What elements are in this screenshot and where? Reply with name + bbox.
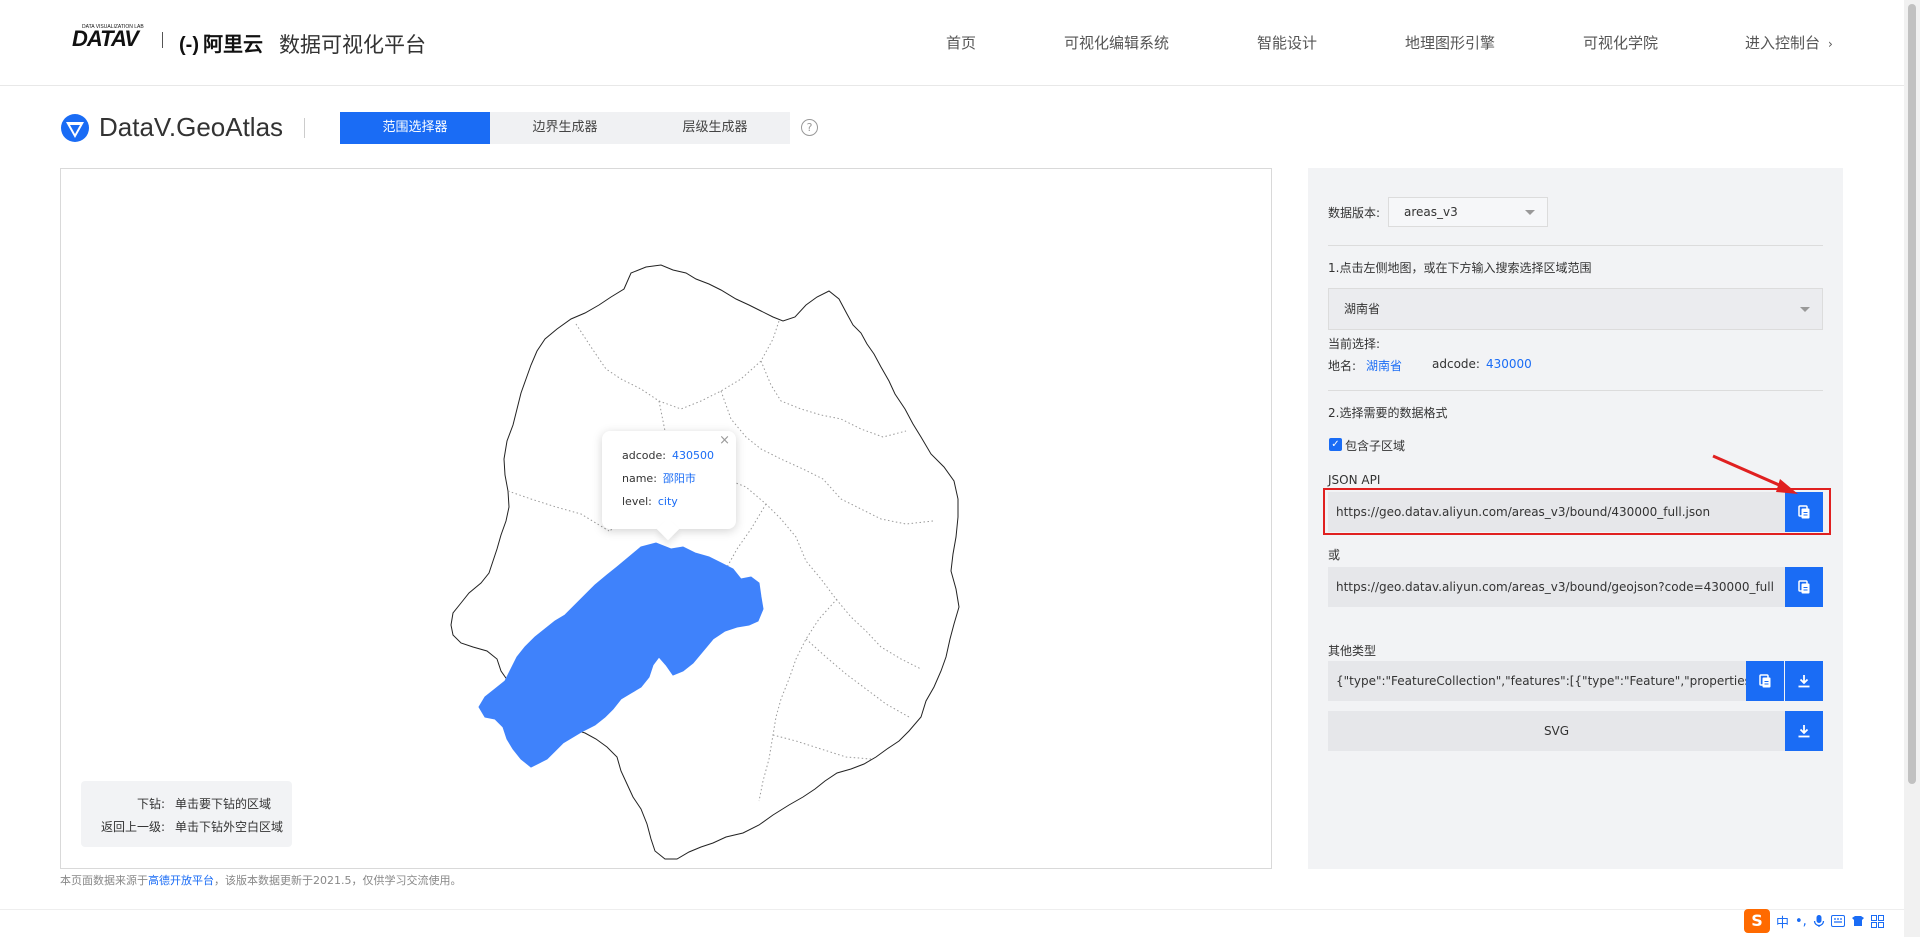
or-label: 或	[1328, 548, 1341, 562]
data-source-note: 本页面数据来源于高德开放平台，该版本数据更新于2021.5，仅供学习交流使用。	[60, 872, 462, 888]
keyboard-icon[interactable]	[1830, 915, 1845, 927]
json-api-url-field[interactable]: https://geo.datav.aliyun.com/areas_v3/bo…	[1328, 492, 1785, 532]
tooltip-level-row: level: city	[622, 490, 736, 513]
instruction-drilldown: 下钻: 单击要下钻的区域	[81, 793, 292, 816]
aliyun-logo-text: 阿里云	[202, 32, 263, 56]
divider	[1328, 245, 1823, 246]
include-children-checkbox[interactable]: ✓	[1329, 438, 1342, 451]
aliyun-logo-mark: (-)	[179, 34, 199, 56]
divider	[1328, 390, 1823, 391]
download-icon	[1798, 725, 1810, 738]
region-select-value: 湖南省	[1344, 302, 1381, 316]
copy-geojson-button[interactable]	[1785, 567, 1823, 607]
datav-logo-subtitle: DATA VISUALIZATION LAB	[82, 24, 144, 30]
tooltip-name-row: name: 邵阳市	[622, 467, 736, 490]
version-select-value: areas_v3	[1404, 205, 1458, 219]
instruction-value: 单击下钻外空白区域	[175, 820, 284, 834]
copy-geojson-content-button[interactable]	[1746, 661, 1784, 701]
footnote-suffix: ，该版本数据更新于2021.5，仅供学习交流使用。	[214, 874, 462, 887]
bottom-strip	[0, 909, 1904, 937]
geojson-url-field[interactable]: https://geo.datav.aliyun.com/areas_v3/bo…	[1328, 567, 1785, 607]
nav-console[interactable]: 进入控制台 ›	[1745, 32, 1833, 53]
download-geojson-button[interactable]	[1785, 661, 1823, 701]
footnote-prefix: 本页面数据来源于	[60, 874, 148, 887]
instruction-key: 下钻:	[136, 797, 165, 811]
nav-geo-engine[interactable]: 地理图形引擎	[1405, 32, 1495, 53]
tooltip-name-value: 邵阳市	[662, 472, 696, 485]
instruction-key: 返回上一级:	[100, 820, 165, 834]
region-search-select[interactable]: 湖南省	[1328, 288, 1823, 330]
tooltip-adcode-value: 430500	[671, 449, 714, 462]
map-panel[interactable]: × adcode: 430500 name: 邵阳市 level: city 下钻: 单…	[60, 168, 1272, 869]
page-scrollbar[interactable]	[1904, 0, 1920, 937]
nav-academy[interactable]: 可视化学院	[1583, 32, 1658, 53]
skin-icon[interactable]	[1851, 915, 1865, 927]
microphone-icon[interactable]	[1813, 914, 1825, 928]
nav-home[interactable]: 首页	[946, 32, 976, 53]
instruction-value: 单击要下钻的区域	[175, 797, 272, 811]
instruction-back: 返回上一级: 单击下钻外空白区域	[81, 816, 292, 839]
chevron-down-icon	[1800, 307, 1810, 312]
current-selection-label: 当前选择:	[1328, 337, 1381, 351]
geoatlas-logo-icon	[61, 114, 89, 142]
toolbox-icon[interactable]	[1870, 914, 1884, 928]
sogou-logo-icon[interactable]: S	[1744, 909, 1770, 933]
nav-smart-design[interactable]: 智能设计	[1257, 32, 1317, 53]
logo-divider	[162, 32, 163, 48]
adcode-value: 430000	[1486, 357, 1532, 371]
nav-visual-editor[interactable]: 可视化编辑系统	[1064, 32, 1169, 53]
download-icon	[1798, 675, 1810, 688]
chevron-down-icon	[1525, 210, 1535, 215]
copy-json-api-button[interactable]	[1785, 492, 1823, 532]
tooltip-level-value: city	[657, 495, 678, 508]
brand-name: DataV.GeoAtlas	[99, 112, 284, 142]
tooltip-adcode-label: adcode:	[622, 449, 666, 462]
tooltip-name-label: name:	[622, 472, 657, 485]
region-tooltip: × adcode: 430500 name: 邵阳市 level: city	[602, 431, 736, 529]
top-navbar: DATA VISUALIZATION LAB DATAV (-) 阿里云 数据可视…	[0, 0, 1904, 86]
nav-console-label: 进入控制台	[1745, 34, 1821, 52]
copy-icon	[1759, 674, 1771, 688]
platform-title: 数据可视化平台	[279, 33, 426, 57]
amap-link[interactable]: 高德开放平台	[148, 874, 214, 887]
version-select[interactable]: areas_v3	[1388, 197, 1548, 227]
aliyun-logo[interactable]: (-) 阿里云	[179, 28, 263, 57]
datav-logo[interactable]: DATA VISUALIZATION LAB DATAV	[72, 24, 144, 52]
tab-boundary-generator[interactable]: 边界生成器	[490, 112, 640, 144]
settings-panel: 数据版本: areas_v3 1.点击左侧地图，或在下方输入搜索选择区域范围 湖…	[1308, 168, 1843, 869]
download-svg-button[interactable]	[1785, 711, 1823, 751]
other-types-label: 其他类型	[1328, 644, 1377, 658]
step2-label: 2.选择需要的数据格式	[1328, 406, 1448, 420]
copy-icon	[1798, 580, 1810, 594]
svg-field: SVG	[1328, 711, 1785, 751]
ime-language-toggle[interactable]: 中	[1776, 912, 1789, 931]
geojson-content-field[interactable]: {"type":"FeatureCollection","features":[…	[1328, 661, 1746, 701]
chevron-right-icon: ›	[1828, 37, 1833, 51]
tool-tabs: 范围选择器 边界生成器 层级生成器	[340, 112, 790, 144]
tooltip-level-label: level:	[622, 495, 652, 508]
place-name-value: 湖南省	[1366, 359, 1403, 373]
json-api-label: JSON API	[1328, 473, 1381, 487]
copy-icon	[1798, 505, 1810, 519]
help-icon[interactable]: ?	[801, 119, 818, 136]
brand-divider	[304, 118, 305, 138]
tab-level-generator[interactable]: 层级生成器	[640, 112, 790, 144]
tab-range-selector[interactable]: 范围选择器	[340, 112, 490, 144]
scrollbar-thumb[interactable]	[1908, 4, 1916, 784]
map-instructions: 下钻: 单击要下钻的区域 返回上一级: 单击下钻外空白区域	[81, 781, 292, 847]
place-name-label: 地名:	[1328, 359, 1357, 373]
ime-toolbar[interactable]: S 中 •,	[1744, 907, 1884, 935]
version-label: 数据版本:	[1328, 206, 1381, 220]
step1-label: 1.点击左侧地图，或在下方输入搜索选择区域范围	[1328, 261, 1592, 275]
close-icon[interactable]: ×	[719, 433, 730, 448]
ime-punctuation-toggle[interactable]: •,	[1795, 914, 1807, 929]
include-children-label: 包含子区域	[1345, 439, 1406, 453]
adcode-label: adcode:	[1432, 357, 1480, 371]
